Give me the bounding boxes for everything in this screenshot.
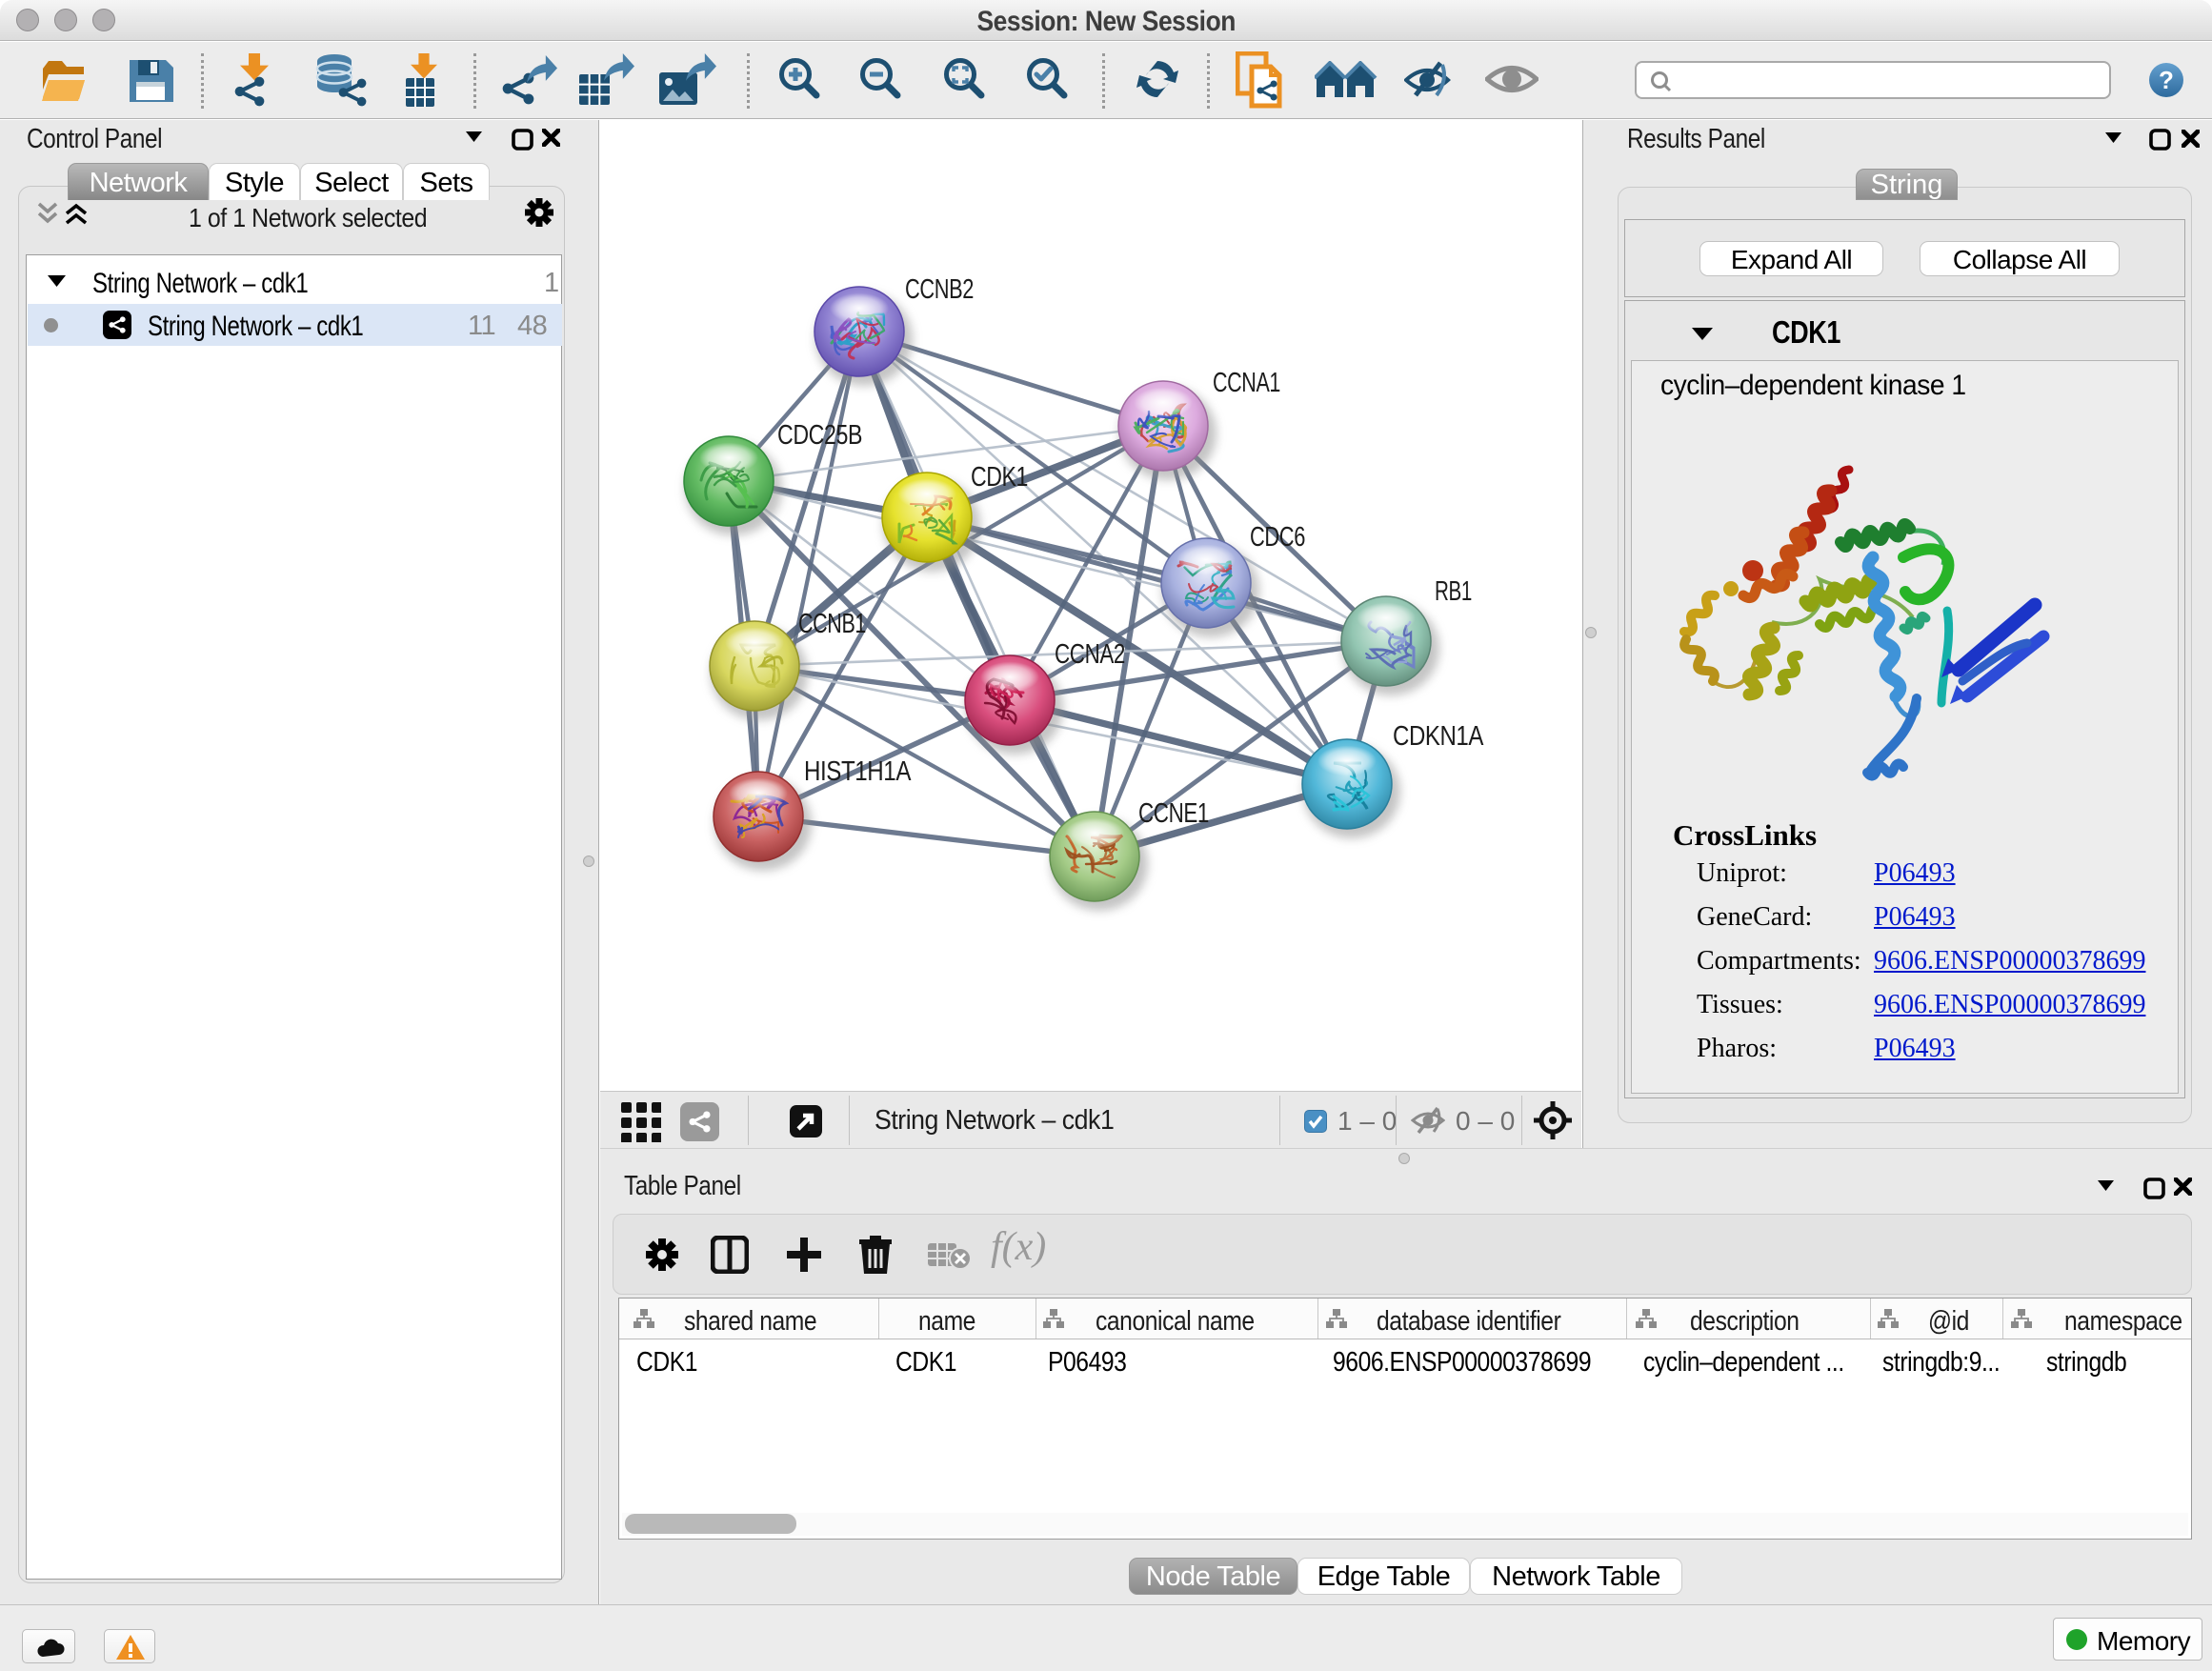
svg-text:CDC6: CDC6 bbox=[1250, 522, 1305, 553]
svg-text:CCNA2: CCNA2 bbox=[1055, 639, 1125, 670]
svg-text:HIST1H1A: HIST1H1A bbox=[804, 756, 912, 787]
svg-text:CCNA1: CCNA1 bbox=[1213, 368, 1280, 398]
svg-text:CDKN1A: CDKN1A bbox=[1393, 721, 1484, 752]
svg-text:CCNB1: CCNB1 bbox=[798, 609, 866, 639]
svg-text:RB1: RB1 bbox=[1435, 576, 1472, 607]
svg-text:CDK1: CDK1 bbox=[971, 462, 1028, 493]
svg-text:CCNB2: CCNB2 bbox=[905, 274, 974, 305]
svg-text:CDC25B: CDC25B bbox=[777, 420, 862, 451]
svg-text:CCNE1: CCNE1 bbox=[1138, 798, 1209, 829]
